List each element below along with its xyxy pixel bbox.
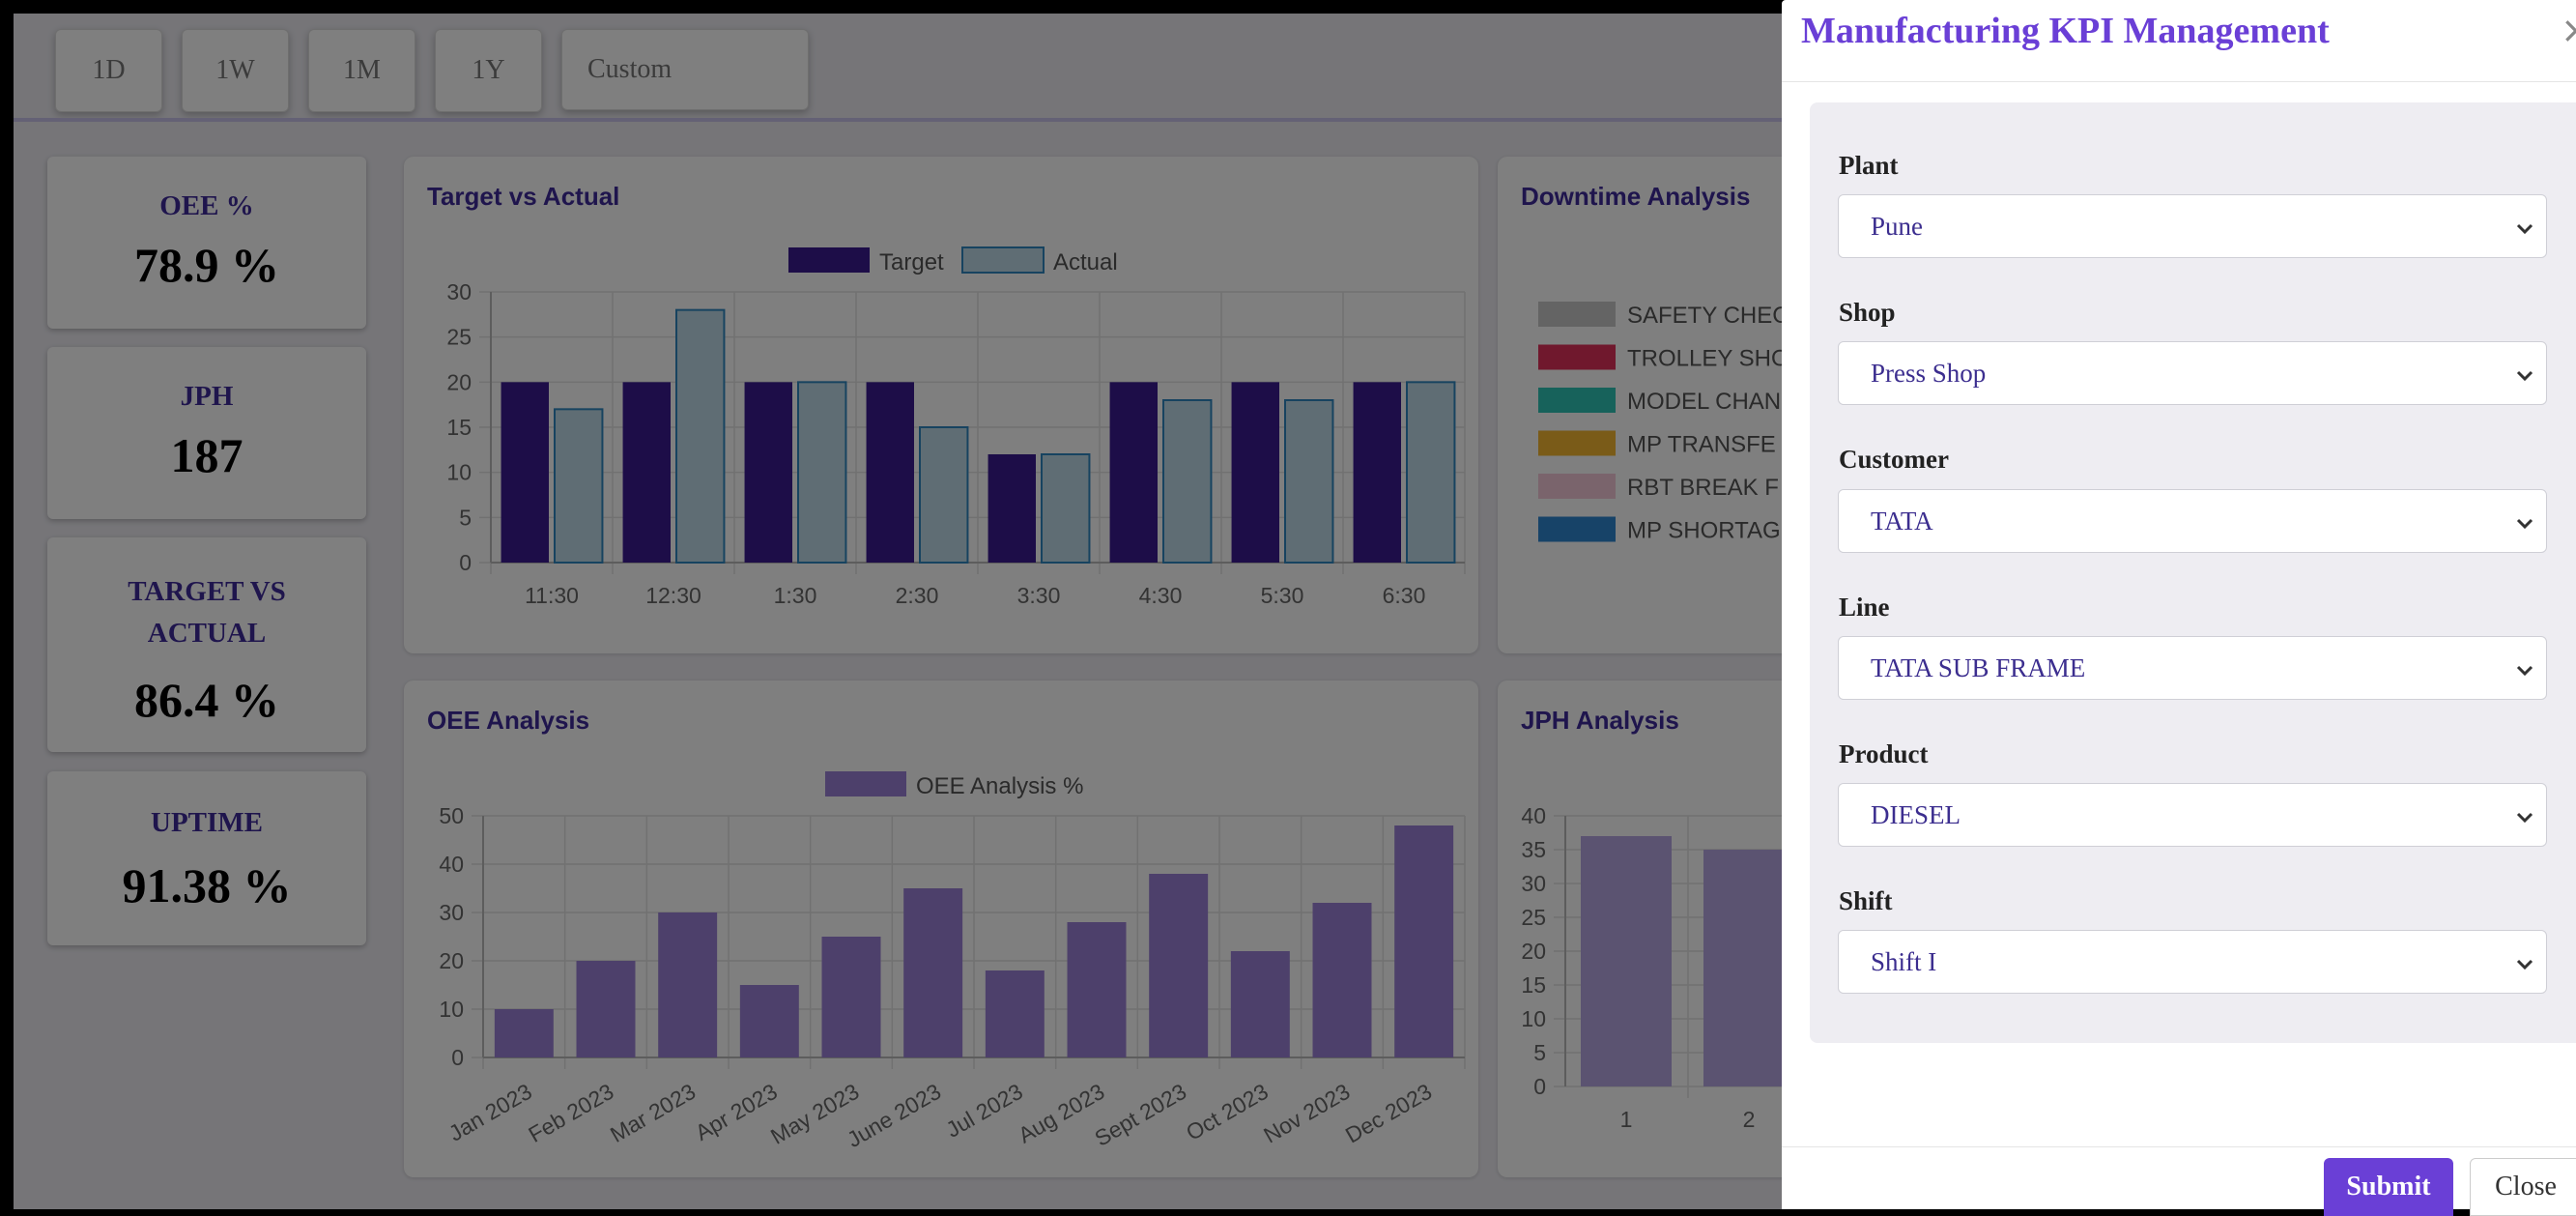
close-icon[interactable]: × — [2561, 12, 2576, 48]
filter-form: Plant Pune Shop Press Shop Customer TATA… — [1810, 102, 2576, 1043]
product-label: Product — [1839, 739, 1929, 768]
modal-title: Manufacturing KPI Management — [1801, 11, 2330, 51]
plant-select[interactable]: Pune — [1838, 194, 2547, 258]
customer-select-value: TATA — [1871, 507, 1933, 536]
line-select-value: TATA SUB FRAME — [1871, 653, 2086, 682]
kpi-filter-modal: Manufacturing KPI Management × Plant Pun… — [1782, 0, 2576, 1216]
modal-header: Manufacturing KPI Management × — [1782, 0, 2576, 82]
shift-label: Shift — [1839, 886, 1893, 915]
chevron-down-icon — [2516, 223, 2533, 235]
chevron-down-icon — [2516, 812, 2533, 824]
chevron-down-icon — [2516, 370, 2533, 382]
shift-select[interactable]: Shift I — [1838, 930, 2547, 994]
chevron-down-icon — [2516, 518, 2533, 530]
chevron-down-icon — [2516, 665, 2533, 677]
close-button[interactable]: Close — [2470, 1158, 2576, 1216]
shop-select[interactable]: Press Shop — [1838, 341, 2547, 405]
customer-select[interactable]: TATA — [1838, 489, 2547, 553]
shop-select-value: Press Shop — [1871, 359, 1987, 388]
modal-footer-divider — [1782, 1146, 2576, 1147]
product-select-value: DIESEL — [1871, 800, 1961, 829]
plant-select-value: Pune — [1871, 212, 1923, 241]
customer-label: Customer — [1839, 445, 1949, 474]
line-label: Line — [1839, 593, 1890, 622]
plant-label: Plant — [1839, 151, 1899, 180]
product-select[interactable]: DIESEL — [1838, 783, 2547, 847]
shift-select-value: Shift I — [1871, 947, 1937, 976]
chevron-down-icon — [2516, 959, 2533, 970]
submit-button[interactable]: Submit — [2324, 1158, 2453, 1216]
line-select[interactable]: TATA SUB FRAME — [1838, 636, 2547, 700]
shop-label: Shop — [1839, 298, 1896, 327]
